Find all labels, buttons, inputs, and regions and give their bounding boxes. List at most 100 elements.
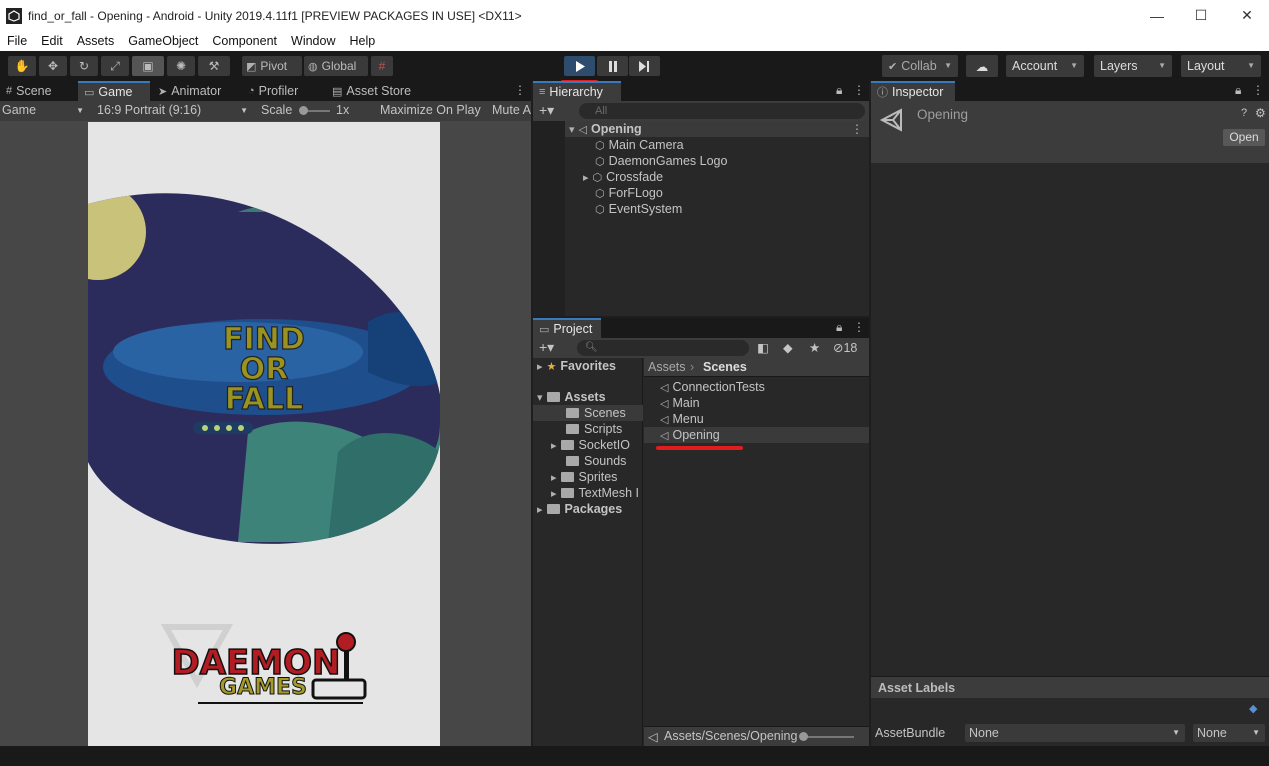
hierarchy-item[interactable]: ▸ ⬡ Crossfade: [583, 169, 663, 185]
layout-dropdown[interactable]: Layout ▼: [1181, 55, 1261, 77]
minimize-button[interactable]: —: [1134, 0, 1180, 31]
breadcrumb-assets[interactable]: Assets: [648, 360, 686, 374]
cloud-button[interactable]: ☁: [966, 55, 998, 77]
folder-sprites[interactable]: ▸ Sprites: [551, 469, 617, 485]
chevron-down-icon: ▼: [1158, 61, 1166, 70]
lock-icon[interactable]: 🔒︎: [1235, 83, 1241, 98]
scale-slider-thumb[interactable]: [299, 106, 308, 115]
mute-audio-toggle[interactable]: Mute A: [492, 103, 531, 117]
hierarchy-item[interactable]: ⬡ ForFLogo: [595, 185, 663, 201]
gameobject-cube-icon: ⬡: [592, 171, 603, 184]
favorites-row[interactable]: ▸ ★ Favorites: [537, 358, 616, 374]
assets-row[interactable]: ▾ Assets: [537, 389, 606, 405]
favorites-star-icon[interactable]: ★: [809, 340, 820, 355]
menu-window[interactable]: Window: [284, 34, 342, 48]
panel-menu-icon[interactable]: ⋮: [1252, 83, 1264, 97]
scale-tool-icon[interactable]: ⤢: [101, 56, 129, 76]
project-search-input[interactable]: 🔍︎: [577, 340, 749, 356]
menu-component[interactable]: Component: [205, 34, 284, 48]
tab-asset-store[interactable]: ▤ Asset Store: [326, 81, 422, 101]
tab-inspector[interactable]: ⓘ Inspector: [871, 81, 955, 101]
gear-icon[interactable]: ⚙: [1255, 106, 1266, 120]
asset-variant-dropdown[interactable]: None ▼: [1193, 724, 1265, 742]
rotate-tool-icon[interactable]: ↻: [70, 56, 98, 76]
tab-hierarchy[interactable]: ≡ Hierarchy: [533, 81, 621, 101]
hierarchy-item[interactable]: ⬡ EventSystem: [595, 201, 682, 217]
tab-profiler[interactable]: ◔ Profiler: [242, 81, 318, 101]
collab-label: Collab: [901, 59, 937, 73]
scene-menu-icon[interactable]: ⋮: [851, 122, 863, 136]
asset-labels-title: Asset Labels: [878, 681, 956, 695]
panel-menu-icon[interactable]: ⋮: [853, 83, 865, 97]
hidden-packages-toggle[interactable]: ⊘18: [833, 340, 857, 355]
breadcrumb-scenes[interactable]: Scenes: [703, 360, 747, 374]
scene-file[interactable]: ◁ ConnectionTests: [660, 379, 765, 395]
panel-menu-icon[interactable]: ⋮: [853, 320, 865, 334]
folder-scripts[interactable]: Scripts: [566, 421, 622, 437]
pause-button[interactable]: [597, 56, 628, 76]
hierarchy-search-input[interactable]: All: [579, 103, 865, 119]
tab-animator[interactable]: ➤ Animator: [152, 81, 236, 101]
scene-row[interactable]: ▾ ◁ Opening ⋮: [565, 121, 869, 137]
custom-tool-icon[interactable]: ⚒: [198, 56, 230, 76]
folder-textmesh[interactable]: ▸ TextMesh I: [551, 485, 639, 501]
folder-scenes[interactable]: Scenes: [533, 405, 643, 421]
filter-label-icon[interactable]: ◆: [783, 340, 793, 355]
open-button[interactable]: Open: [1223, 129, 1265, 146]
rect-tool-icon[interactable]: ▣: [132, 56, 164, 76]
hierarchy-item[interactable]: ⬡ DaemonGames Logo: [595, 153, 727, 169]
close-window-button[interactable]: ✕: [1224, 0, 1269, 31]
step-button[interactable]: [629, 56, 660, 76]
pivot-toggle[interactable]: ◩ Pivot: [242, 56, 302, 76]
move-tool-icon[interactable]: ✥: [39, 56, 67, 76]
search-icon: 🔍︎: [585, 342, 598, 353]
create-plus-icon[interactable]: +▾: [539, 102, 554, 119]
layers-dropdown[interactable]: Layers ▼: [1094, 55, 1172, 77]
maximize-button[interactable]: ☐: [1178, 0, 1224, 31]
maximize-on-play-toggle[interactable]: Maximize On Play: [380, 103, 481, 117]
tab-scene[interactable]: # Scene: [0, 81, 62, 101]
hand-tool-icon[interactable]: ✋: [8, 56, 36, 76]
account-dropdown[interactable]: Account ▼: [1006, 55, 1084, 77]
menu-help[interactable]: Help: [342, 34, 382, 48]
unity-scene-icon: ◁: [660, 413, 669, 426]
lock-icon[interactable]: 🔒︎: [836, 320, 842, 335]
filter-type-icon[interactable]: ◧: [757, 340, 769, 355]
menu-file[interactable]: File: [0, 34, 34, 48]
create-plus-icon[interactable]: +▾: [539, 339, 554, 356]
folder-icon: [560, 488, 574, 498]
expand-arrow-icon: ▾: [537, 391, 543, 404]
tab-project[interactable]: ▭ Project: [533, 318, 601, 338]
transform-tool-icon[interactable]: ✺: [167, 56, 195, 76]
folder-icon: ▭: [539, 323, 550, 336]
asset-bundle-dropdown[interactable]: None ▼: [965, 724, 1185, 742]
globe-icon: ◍: [308, 60, 318, 73]
menu-edit[interactable]: Edit: [34, 34, 70, 48]
help-icon[interactable]: ?: [1241, 107, 1247, 119]
folder-socketio[interactable]: ▸ SocketIO: [551, 437, 630, 453]
packages-row[interactable]: ▸ Packages: [537, 501, 622, 517]
lock-icon[interactable]: 🔒︎: [836, 83, 842, 98]
grid-snap-icon[interactable]: #: [371, 56, 393, 76]
layout-label: Layout: [1187, 59, 1225, 73]
scene-file-selected[interactable]: ◁ Opening: [644, 427, 869, 443]
aspect-dropdown[interactable]: 16:9 Portrait (9:16) ▼: [92, 103, 252, 119]
scene-file[interactable]: ◁ Menu: [660, 411, 704, 427]
project-toolbar: +▾ 🔍︎ ◧ ◆ ★ ⊘18: [533, 338, 869, 358]
icon-size-slider[interactable]: [802, 736, 854, 738]
scene-file[interactable]: ◁ Main: [660, 395, 700, 411]
folder-icon: [566, 408, 579, 418]
hierarchy-item[interactable]: ⬡ Main Camera: [595, 137, 684, 153]
inspector-panel: ⓘ Inspector 🔒︎ ⋮ Opening ? ⚙ Open Asset L…: [871, 81, 1269, 746]
collab-dropdown[interactable]: ✔ Collab ▼: [882, 55, 958, 77]
panel-menu-icon[interactable]: ⋮: [514, 83, 526, 97]
menu-assets[interactable]: Assets: [70, 34, 122, 48]
icon-size-slider-thumb[interactable]: [799, 732, 808, 741]
display-dropdown[interactable]: Game ▼: [2, 103, 86, 119]
label-tag-icon[interactable]: ◆: [1249, 702, 1257, 715]
global-toggle[interactable]: ◍ Global: [304, 56, 368, 76]
play-button[interactable]: [564, 56, 595, 76]
folder-sounds[interactable]: Sounds: [566, 453, 626, 469]
menu-gameobject[interactable]: GameObject: [121, 34, 205, 48]
tab-game[interactable]: ▭ Game: [78, 81, 150, 101]
